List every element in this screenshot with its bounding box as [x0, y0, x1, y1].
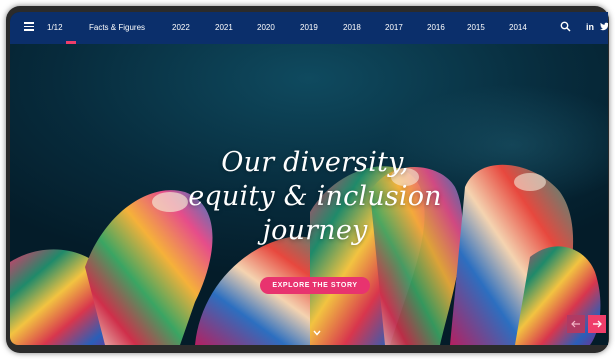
page-indicator: 1/12	[47, 23, 63, 32]
nav-item-2018[interactable]: 2018	[343, 23, 361, 32]
hero-screen: 1/12 Facts & Figures 2022 2021 2020 2019…	[10, 12, 608, 345]
headline-line-1: Our diversity,	[221, 147, 409, 178]
arrow-right-icon	[593, 320, 602, 328]
nav-item-2015[interactable]: 2015	[467, 23, 485, 32]
twitter-icon[interactable]	[600, 22, 608, 31]
nav-item-facts-figures[interactable]: Facts & Figures	[89, 23, 145, 32]
nav-item-2021[interactable]: 2021	[215, 23, 233, 32]
top-navigation-bar: 1/12 Facts & Figures 2022 2021 2020 2019…	[10, 12, 608, 44]
next-slide-button[interactable]	[588, 315, 606, 333]
arrow-left-icon	[571, 320, 580, 328]
linkedin-icon[interactable]: in	[586, 22, 594, 32]
search-icon[interactable]	[560, 21, 571, 32]
chevron-down-icon[interactable]	[313, 330, 321, 336]
nav-item-2017[interactable]: 2017	[385, 23, 403, 32]
explore-story-button[interactable]: EXPLORE THE STORY	[260, 277, 370, 294]
previous-slide-button[interactable]	[567, 315, 585, 333]
nav-item-2014[interactable]: 2014	[509, 23, 527, 32]
nav-item-2016[interactable]: 2016	[427, 23, 445, 32]
headline-line-3: journey	[262, 215, 368, 246]
nav-item-2019[interactable]: 2019	[300, 23, 318, 32]
headline-line-2: equity & inclusion	[188, 181, 442, 212]
nav-item-2020[interactable]: 2020	[257, 23, 275, 32]
hamburger-menu-icon[interactable]	[24, 22, 34, 31]
nav-item-2022[interactable]: 2022	[172, 23, 190, 32]
active-page-indicator	[66, 41, 76, 44]
hero-headline: Our diversity, equity & inclusion journe…	[150, 146, 480, 248]
